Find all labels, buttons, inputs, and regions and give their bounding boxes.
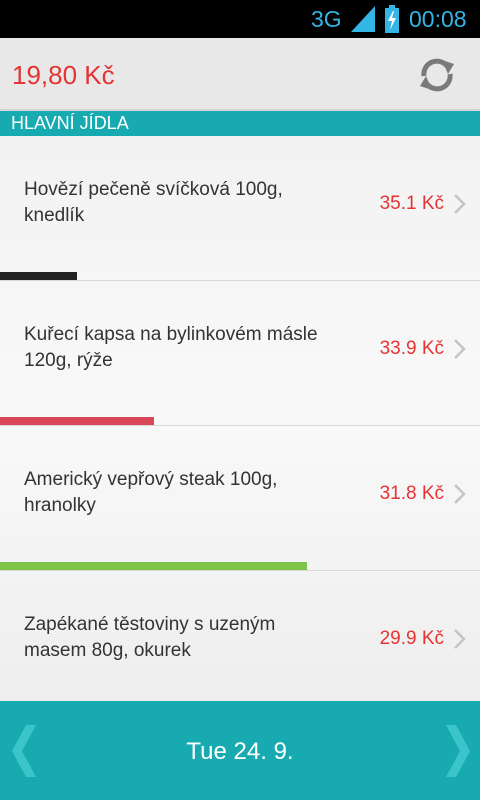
menu-item-price: 35.1 Kč: [379, 193, 444, 214]
clock: 00:08: [409, 6, 467, 32]
rating-bar: [0, 562, 307, 570]
status-bar: 3G 00:08: [0, 0, 480, 38]
menu-item[interactable]: Zapékané těstoviny s uzeným masem 80g, o…: [0, 571, 480, 701]
menu-item-name: Kuřecí kapsa na bylinkovém másle 120g, r…: [24, 324, 318, 371]
rating-bar: [0, 417, 154, 425]
menu-item-name: Hovězí pečeně svíčková 100g, knedlík: [24, 179, 283, 226]
menu-item-name: Zapékané těstoviny s uzeným masem 80g, o…: [24, 614, 276, 661]
chevron-right-icon: [454, 339, 466, 359]
menu-list: Hovězí pečeně svíčková 100g, knedlík 35.…: [0, 136, 480, 701]
refresh-icon: [420, 58, 454, 92]
current-date: Tue 24. 9.: [186, 738, 294, 765]
chevron-right-icon: [454, 484, 466, 504]
network-type: 3G: [311, 6, 342, 32]
menu-item[interactable]: Hovězí pečeně svíčková 100g, knedlík 35.…: [0, 136, 480, 281]
section-header: HLAVNÍ JÍDLA: [0, 111, 480, 136]
signal-icon: [351, 6, 375, 32]
rating-bar: [0, 272, 77, 280]
chevron-right-icon: [454, 629, 466, 649]
date-navigation-bar: Tue 24. 9.: [0, 701, 480, 800]
menu-item-price: 31.8 Kč: [379, 483, 444, 504]
refresh-button[interactable]: [414, 52, 460, 98]
balance-amount: 19,80 Kč: [12, 60, 115, 90]
menu-item-price: 33.9 Kč: [379, 338, 444, 359]
next-day-arrow-icon[interactable]: [440, 721, 476, 781]
action-bar: 19,80 Kč: [0, 38, 480, 110]
battery-charging-icon: [385, 5, 399, 33]
menu-item-price: 29.9 Kč: [379, 628, 444, 649]
menu-item[interactable]: Kuřecí kapsa na bylinkovém másle 120g, r…: [0, 281, 480, 426]
menu-item-name: Americký vepřový steak 100g, hranolky: [24, 469, 278, 516]
menu-item[interactable]: Americký vepřový steak 100g, hranolky 31…: [0, 426, 480, 571]
chevron-right-icon: [454, 194, 466, 214]
